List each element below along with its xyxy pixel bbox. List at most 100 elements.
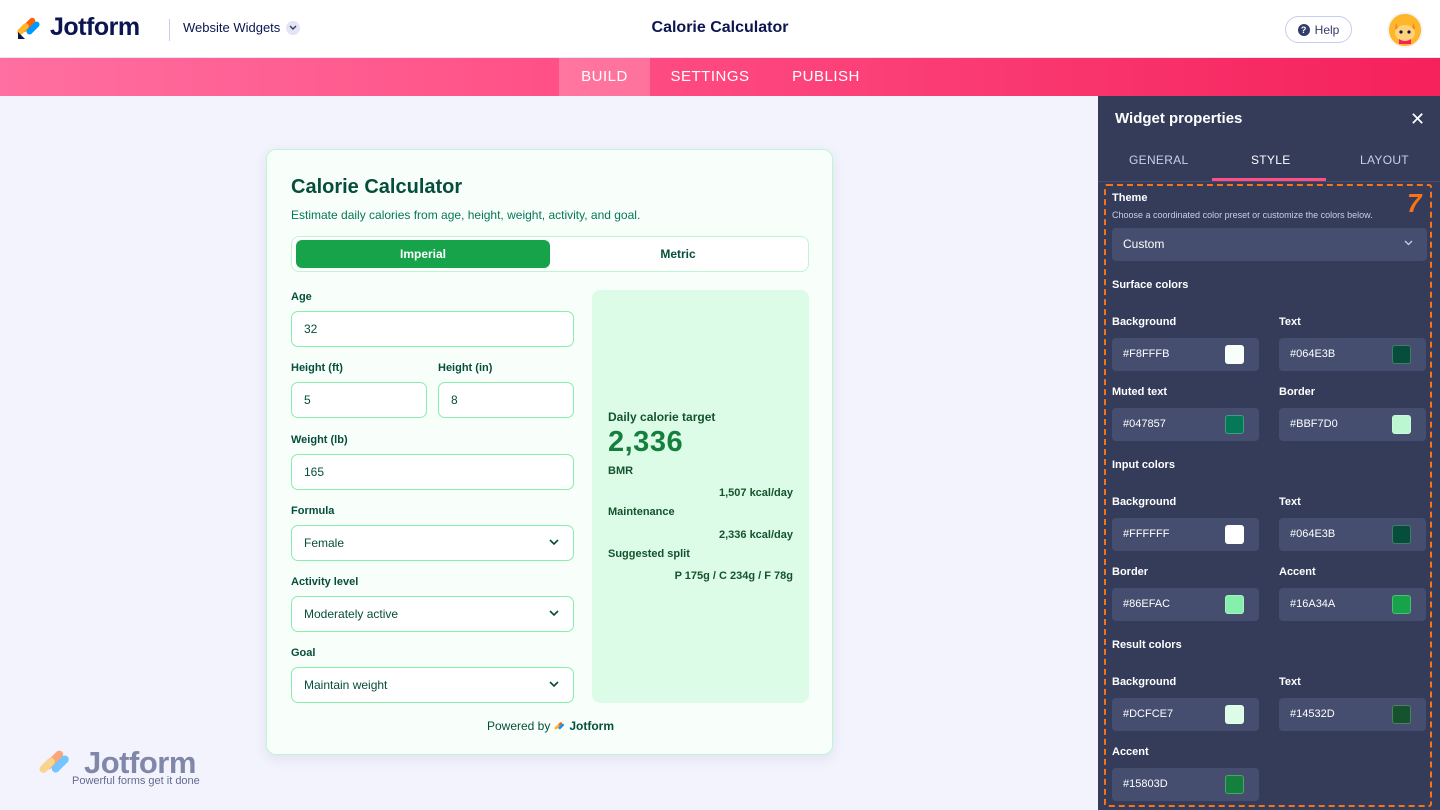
- powered-by-text: Powered by: [486, 719, 551, 733]
- product-switcher[interactable]: Website Widgets: [183, 20, 301, 35]
- input-accent-value: #16A34A: [1290, 598, 1336, 610]
- step-number: 7: [1407, 188, 1422, 218]
- avatar[interactable]: [1387, 12, 1423, 48]
- chevron-down-icon: [1404, 240, 1413, 246]
- top-header: Jotform Website Widgets Calorie Calculat…: [0, 0, 1440, 58]
- jotform-small-icon: [554, 721, 565, 729]
- height-ft-input[interactable]: 5: [291, 382, 427, 418]
- input-accent-label: Accent: [1279, 566, 1316, 578]
- target-value: 2,336: [608, 426, 684, 458]
- tab-general[interactable]: GENERAL: [1129, 153, 1188, 167]
- input-background-color[interactable]: #FFFFFF: [1112, 518, 1259, 551]
- height-in-input[interactable]: 8: [438, 382, 574, 418]
- surface-muted-value: #047857: [1123, 418, 1166, 430]
- color-swatch[interactable]: [1392, 705, 1411, 724]
- chevron-down-icon: [549, 539, 559, 546]
- color-swatch[interactable]: [1392, 345, 1411, 364]
- result-accent-color[interactable]: #15803D: [1112, 768, 1259, 801]
- result-accent-value: #15803D: [1123, 778, 1168, 790]
- unit-metric-button[interactable]: Metric: [550, 240, 806, 268]
- surface-border-color[interactable]: #BBF7D0: [1279, 408, 1426, 441]
- surface-text-label: Text: [1279, 316, 1301, 328]
- bmr-value: 1,507 kcal/day: [718, 487, 793, 499]
- help-button[interactable]: ? Help: [1285, 16, 1352, 43]
- input-text-color[interactable]: #064E3B: [1279, 518, 1426, 551]
- tab-settings[interactable]: SETTINGS: [660, 58, 760, 96]
- activity-select[interactable]: Moderately active: [291, 596, 574, 632]
- result-background-color[interactable]: #DCFCE7: [1112, 698, 1259, 731]
- maintenance-value: 2,336 kcal/day: [718, 529, 793, 541]
- surface-muted-color[interactable]: #047857: [1112, 408, 1259, 441]
- powered-by[interactable]: Powered by Jotform: [267, 719, 834, 733]
- color-swatch[interactable]: [1225, 775, 1244, 794]
- formula-select[interactable]: Female: [291, 525, 574, 561]
- help-label: Help: [1314, 22, 1340, 37]
- tab-publish[interactable]: PUBLISH: [780, 58, 872, 96]
- surface-background-color[interactable]: #F8FFFB: [1112, 338, 1259, 371]
- widget-title: Calorie Calculator: [291, 176, 463, 198]
- watermark-tagline: Powerful forms get it done: [72, 775, 200, 787]
- watermark-logo-icon: [39, 750, 69, 773]
- input-border-color[interactable]: #86EFAC: [1112, 588, 1259, 621]
- jotform-watermark: Jotform Powerful forms get it done: [38, 745, 218, 791]
- header-divider: [169, 19, 170, 41]
- product-switcher-label: Website Widgets: [183, 20, 281, 35]
- input-border-label: Border: [1112, 566, 1149, 578]
- theme-hint: Choose a coordinated color preset or cus…: [1112, 210, 1373, 220]
- input-background-label: Background: [1112, 496, 1177, 508]
- split-value: P 175g / C 234g / F 78g: [674, 570, 793, 582]
- input-background-value: #FFFFFF: [1123, 528, 1170, 540]
- question-icon: ?: [1297, 23, 1310, 36]
- calorie-calculator-widget: Calorie Calculator Estimate daily calori…: [266, 149, 833, 755]
- result-text-value: #14532D: [1290, 708, 1335, 720]
- tab-divider: [1098, 181, 1440, 182]
- color-swatch[interactable]: [1225, 705, 1244, 724]
- surface-background-value: #F8FFFB: [1123, 348, 1170, 360]
- weight-label: Weight (lb): [291, 434, 348, 446]
- surface-border-label: Border: [1279, 386, 1316, 398]
- color-swatch[interactable]: [1225, 345, 1244, 364]
- maintenance-label: Maintenance: [608, 506, 675, 518]
- unit-toggle: Imperial Metric: [291, 236, 809, 272]
- activity-label: Activity level: [291, 576, 359, 588]
- logo-text: Jotform: [50, 13, 140, 41]
- age-input[interactable]: 32: [291, 311, 574, 347]
- surface-text-color[interactable]: #064E3B: [1279, 338, 1426, 371]
- weight-input[interactable]: 165: [291, 454, 574, 490]
- color-swatch[interactable]: [1225, 595, 1244, 614]
- goal-select[interactable]: Maintain weight: [291, 667, 574, 703]
- color-swatch[interactable]: [1392, 525, 1411, 544]
- result-panel: Daily calorie target 2,336 BMR 1,507 kca…: [592, 290, 809, 703]
- formula-label: Formula: [291, 505, 335, 517]
- target-label: Daily calorie target: [608, 410, 716, 424]
- result-text-color[interactable]: #14532D: [1279, 698, 1426, 731]
- surface-border-value: #BBF7D0: [1290, 418, 1338, 430]
- result-accent-label: Accent: [1112, 746, 1149, 758]
- jotform-logo[interactable]: Jotform: [16, 13, 140, 42]
- bmr-label: BMR: [608, 465, 634, 477]
- theme-value: Custom: [1123, 237, 1165, 251]
- height-in-label: Height (in): [438, 362, 493, 374]
- surface-text-value: #064E3B: [1290, 348, 1336, 360]
- widget-subtitle: Estimate daily calories from age, height…: [291, 208, 641, 222]
- theme-select[interactable]: Custom: [1112, 228, 1427, 261]
- result-background-value: #DCFCE7: [1123, 708, 1174, 720]
- tab-style[interactable]: STYLE: [1251, 153, 1291, 167]
- close-icon[interactable]: ✕: [1410, 110, 1425, 128]
- tab-build[interactable]: BUILD: [559, 58, 650, 96]
- builder-nav: BUILD SETTINGS PUBLISH: [0, 58, 1440, 96]
- color-swatch[interactable]: [1392, 595, 1411, 614]
- theme-label: Theme: [1112, 192, 1148, 204]
- input-accent-color[interactable]: #16A34A: [1279, 588, 1426, 621]
- tab-layout[interactable]: LAYOUT: [1360, 153, 1409, 167]
- properties-title: Widget properties: [1115, 110, 1243, 127]
- color-swatch[interactable]: [1225, 525, 1244, 544]
- goal-value: Maintain weight: [304, 678, 388, 692]
- formula-value: Female: [304, 536, 345, 550]
- color-swatch[interactable]: [1392, 415, 1411, 434]
- input-border-value: #86EFAC: [1123, 598, 1171, 610]
- color-swatch[interactable]: [1225, 415, 1244, 434]
- unit-imperial-button[interactable]: Imperial: [296, 240, 550, 268]
- height-ft-label: Height (ft): [291, 362, 343, 374]
- result-text-label: Text: [1279, 676, 1301, 688]
